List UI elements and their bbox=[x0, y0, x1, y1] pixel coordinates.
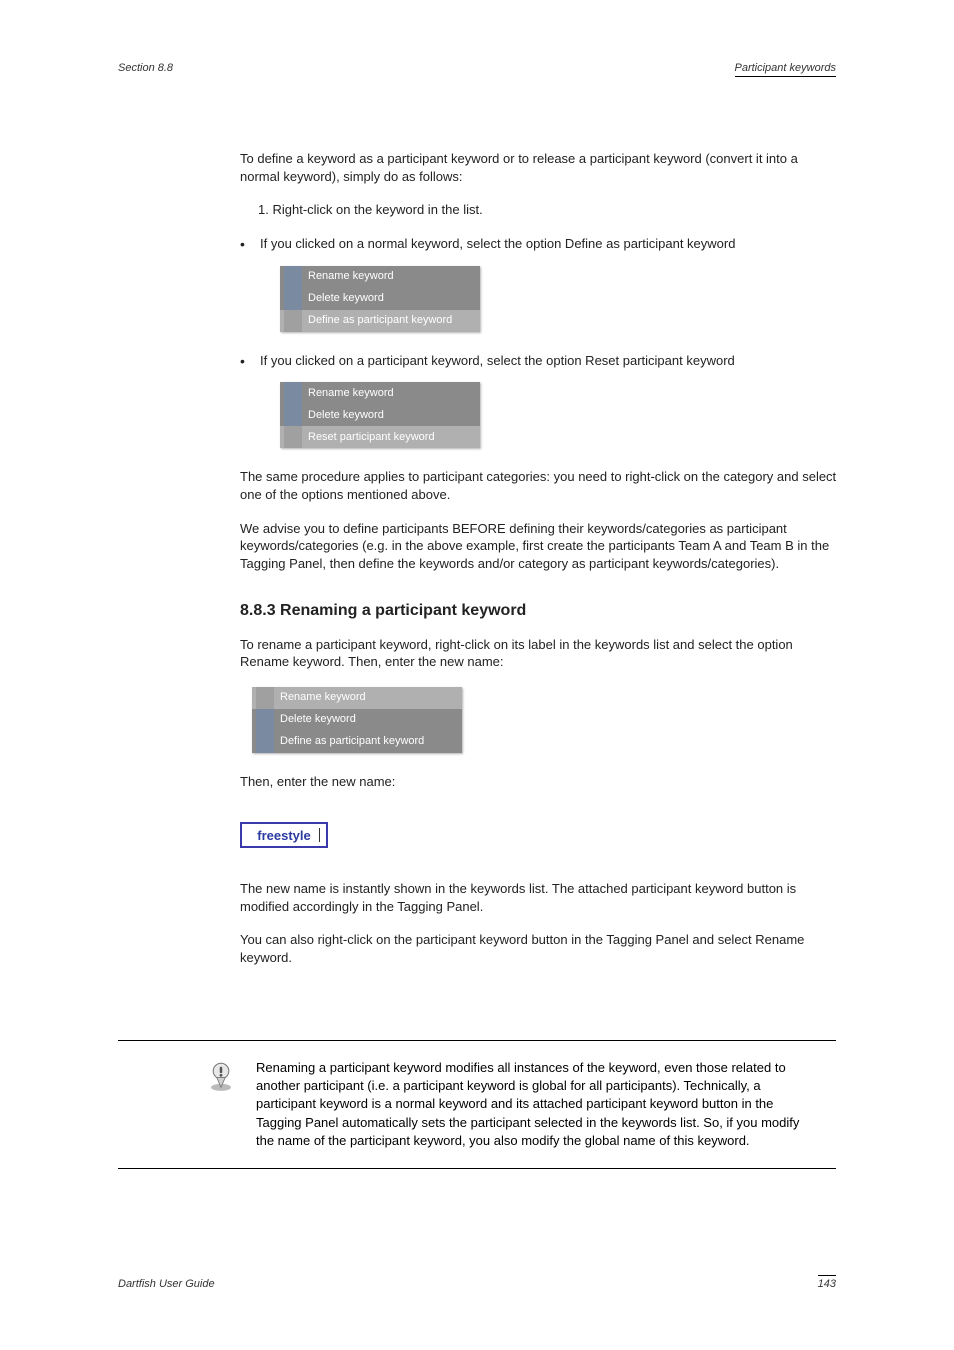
rename-instructions: To rename a participant keyword, right-c… bbox=[240, 636, 840, 671]
header-section: Section 8.8 bbox=[118, 62, 836, 74]
rename-input[interactable]: freestyle bbox=[240, 822, 328, 848]
menu-item-delete[interactable]: Delete keyword bbox=[280, 288, 480, 310]
note-after-bullets: The same procedure applies to participan… bbox=[240, 468, 840, 503]
menu-item-define-participant[interactable]: Define as participant keyword bbox=[252, 731, 462, 753]
context-menu-rename: Rename keyword Delete keyword Define as … bbox=[252, 687, 462, 753]
bullet-dot: • bbox=[240, 352, 260, 371]
tip-text: We advise you to define participants BEF… bbox=[240, 520, 840, 573]
rename-after-para: The new name is instantly shown in the k… bbox=[240, 880, 840, 915]
footer-page: 143 bbox=[818, 1275, 836, 1290]
rename-last-para: You can also right-click on the particip… bbox=[240, 931, 840, 966]
bullet-dot: • bbox=[240, 235, 260, 254]
step-1: 1. Right-click on the keyword in the lis… bbox=[258, 201, 840, 219]
menu-item-delete[interactable]: Delete keyword bbox=[280, 404, 480, 426]
context-menu-reset: Rename keyword Delete keyword Reset part… bbox=[280, 382, 480, 448]
rename-then-text: Then, enter the new name: bbox=[240, 773, 840, 791]
footer-product: Dartfish User Guide bbox=[118, 1278, 215, 1290]
rename-heading: 8.8.3 Renaming a participant keyword bbox=[240, 600, 840, 622]
menu-item-delete[interactable]: Delete keyword bbox=[252, 709, 462, 731]
menu-item-define-participant[interactable]: Define as participant keyword bbox=[280, 310, 480, 332]
menu-item-reset-participant[interactable]: Reset participant keyword bbox=[280, 426, 480, 448]
bullet-2-text: If you clicked on a participant keyword,… bbox=[260, 352, 840, 370]
context-menu-define: Rename keyword Delete keyword Define as … bbox=[280, 266, 480, 332]
bullet-1-text: If you clicked on a normal keyword, sele… bbox=[260, 235, 840, 253]
menu-item-rename-highlighted[interactable]: Rename keyword bbox=[252, 687, 462, 709]
menu-item-rename[interactable]: Rename keyword bbox=[280, 266, 480, 288]
menu-item-rename[interactable]: Rename keyword bbox=[280, 382, 480, 404]
callout-block: Renaming a participant keyword modifies … bbox=[118, 1040, 836, 1169]
header-title: Participant keywords bbox=[735, 62, 837, 77]
intro-text: To define a keyword as a participant key… bbox=[240, 150, 840, 185]
callout-text: Renaming a participant keyword modifies … bbox=[256, 1059, 836, 1150]
warning-icon bbox=[204, 1059, 238, 1093]
